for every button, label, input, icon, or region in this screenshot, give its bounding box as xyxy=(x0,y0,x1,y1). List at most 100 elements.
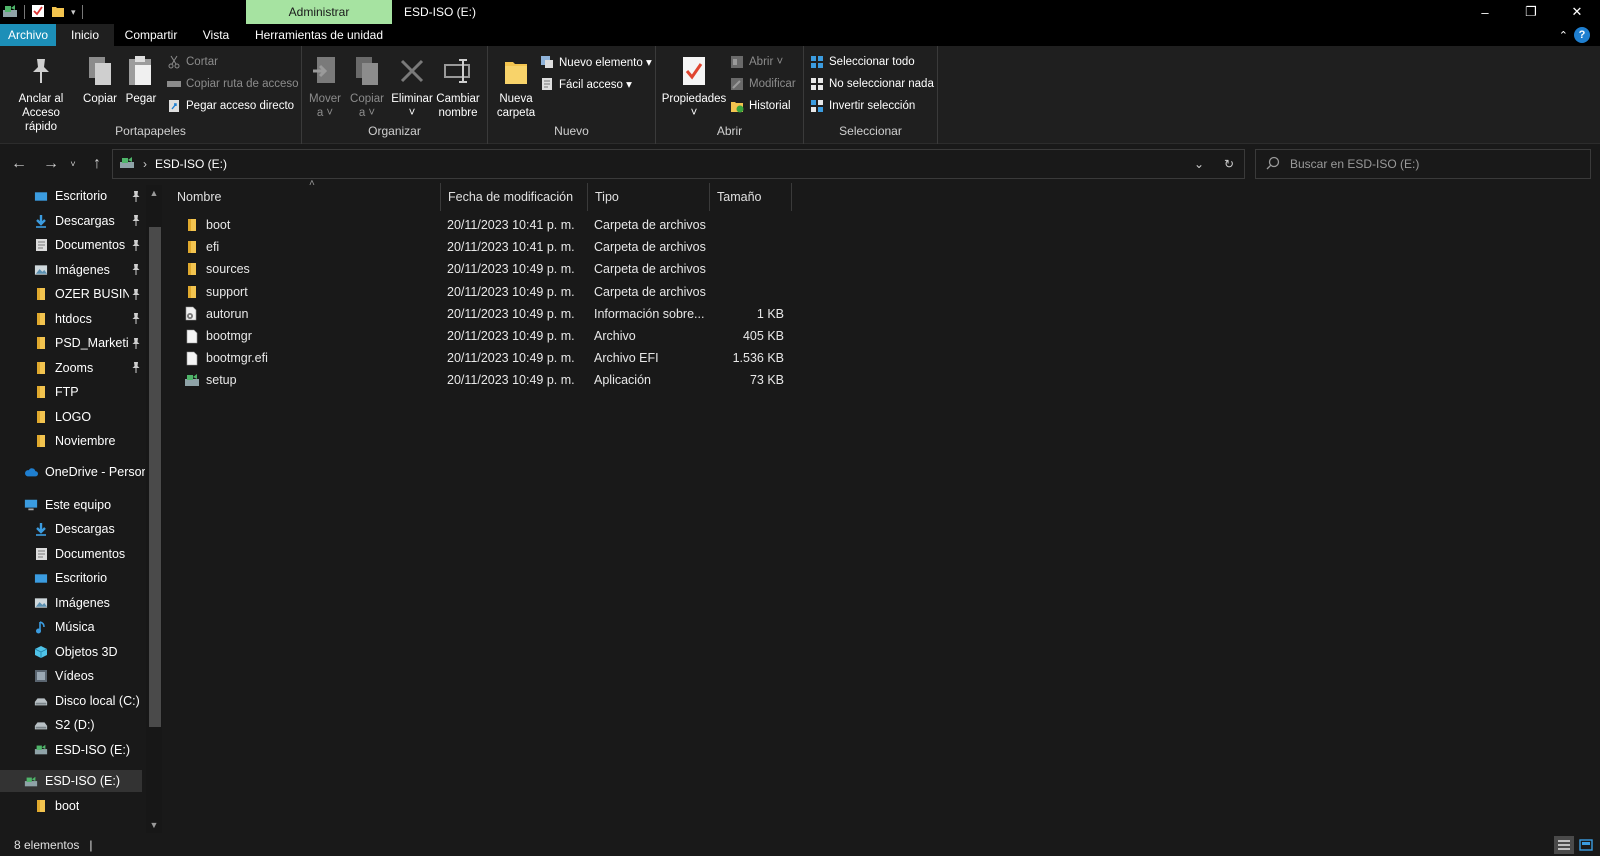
properties-qat-icon[interactable] xyxy=(31,4,45,21)
nav-item-this-pc[interactable]: Escritorio xyxy=(34,567,107,589)
nav-item-quick-access[interactable]: PSD_Marketin xyxy=(34,332,129,354)
customize-qat-icon[interactable]: ▾ xyxy=(71,7,76,18)
file-size xyxy=(716,258,784,280)
tab-vista[interactable]: Vista xyxy=(188,24,244,46)
file-row[interactable]: autorun 20/11/2023 10:49 p. m. Información… xyxy=(184,303,804,325)
details-view-icon[interactable] xyxy=(1554,836,1574,854)
nav-item-quick-access[interactable]: Zooms xyxy=(34,357,93,379)
nav-item-this-pc[interactable]: Disco local (C:) xyxy=(34,690,140,712)
file-row[interactable]: setup 20/11/2023 10:49 p. m. Aplicación 73 … xyxy=(184,369,804,391)
nav-item-this-pc[interactable]: Documentos xyxy=(34,543,125,565)
pin-quick-access-button[interactable]: Anclar al Acceso rápido xyxy=(6,54,76,134)
file-row[interactable]: support 20/11/2023 10:49 p. m. Carpeta de … xyxy=(184,281,804,303)
new-folder-button[interactable]: Nueva carpeta xyxy=(494,54,538,120)
nav-item-quick-access[interactable]: Imágenes xyxy=(34,259,110,281)
nav-item-onedrive[interactable]: OneDrive - Person xyxy=(24,461,145,483)
close-button[interactable]: ✕ xyxy=(1554,0,1600,24)
breadcrumb-item-drive[interactable]: ESD-ISO (E:) xyxy=(155,157,227,171)
recent-locations-button[interactable]: ˅ xyxy=(62,153,84,175)
scroll-up-icon[interactable]: ▲ xyxy=(146,185,162,201)
column-header-type[interactable]: Tipo xyxy=(588,183,710,211)
new-folder-qat-icon[interactable] xyxy=(51,4,65,21)
usb-drive-icon xyxy=(34,743,48,757)
nav-item-quick-access[interactable]: htdocs xyxy=(34,308,92,330)
nav-item-quick-access[interactable]: Documentos xyxy=(34,234,125,256)
address-bar[interactable]: › ESD-ISO (E:) ⌄ ↻ xyxy=(112,149,1245,179)
copy-to-button[interactable]: Copiar a ˅ xyxy=(348,54,386,120)
file-row[interactable]: efi 20/11/2023 10:41 p. m. Carpeta de arch… xyxy=(184,236,804,258)
nav-item-label: Este equipo xyxy=(45,498,112,512)
column-header-modified[interactable]: Fecha de modificación xyxy=(441,183,588,211)
window-title: ESD-ISO (E:) xyxy=(404,5,477,19)
nav-item-quick-access[interactable]: Escritorio xyxy=(34,185,107,207)
file-row[interactable]: boot 20/11/2023 10:41 p. m. Carpeta de arc… xyxy=(184,214,804,236)
invert-selection-button[interactable]: Invertir selección xyxy=(810,96,915,116)
column-header-name[interactable]: Nombre xyxy=(170,183,441,211)
search-box[interactable]: Buscar en ESD-ISO (E:) xyxy=(1255,149,1591,179)
nav-item-label: OZER BUSINE xyxy=(55,287,129,301)
file-row[interactable]: bootmgr 20/11/2023 10:49 p. m. Archivo 405 … xyxy=(184,325,804,347)
nav-item-this-pc[interactable]: Imágenes xyxy=(34,592,110,614)
scrollbar-thumb[interactable] xyxy=(149,227,161,727)
move-to-button[interactable]: Mover a ˅ xyxy=(306,54,344,120)
paste-shortcut-button[interactable]: Pegar acceso directo xyxy=(167,96,294,116)
maximize-button[interactable]: ❐ xyxy=(1508,0,1554,24)
select-none-button[interactable]: No seleccionar nada xyxy=(810,74,934,94)
nav-pane-scrollbar[interactable]: ▲ ▼ xyxy=(146,185,162,833)
select-all-button[interactable]: Seleccionar todo xyxy=(810,52,915,72)
file-row[interactable]: sources 20/11/2023 10:49 p. m. Carpeta de … xyxy=(184,258,804,280)
copy-button[interactable]: Copiar xyxy=(82,54,118,106)
nav-item-label: FTP xyxy=(55,385,79,399)
computer-icon xyxy=(24,498,38,512)
copy-to-icon xyxy=(351,54,383,88)
nav-item-quick-access[interactable]: Noviembre xyxy=(34,430,115,452)
nav-item-quick-access[interactable]: Descargas xyxy=(34,210,115,232)
group-abrir: Propiedades ˅ Abrir ˅ Modificar Historia… xyxy=(656,46,804,144)
collapse-ribbon-icon[interactable]: ⌃ xyxy=(1559,29,1568,42)
nav-item-label: ESD-ISO (E:) xyxy=(55,742,131,757)
address-dropdown-icon[interactable]: ⌄ xyxy=(1184,157,1214,171)
nav-item-this-pc[interactable]: Descargas xyxy=(34,518,115,540)
up-button[interactable]: ↑ xyxy=(86,153,108,175)
nav-item-boot[interactable]: boot xyxy=(34,795,79,817)
nav-item-esd-iso-selected[interactable]: ESD-ISO (E:) xyxy=(0,770,142,792)
ribbon: Anclar al Acceso rápido Copiar Pegar Cor… xyxy=(0,46,1600,144)
tab-compartir[interactable]: Compartir xyxy=(114,24,188,46)
help-icon[interactable]: ? xyxy=(1574,27,1590,43)
cut-button[interactable]: Cortar xyxy=(167,52,218,72)
tab-herramientas-de-unidad[interactable]: Herramientas de unidad xyxy=(246,24,392,46)
back-button[interactable]: ← xyxy=(8,153,30,175)
nav-item-this-pc[interactable]: ESD-ISO (E:) xyxy=(34,739,130,761)
nav-item-quick-access[interactable]: OZER BUSINE xyxy=(34,283,129,305)
nav-item-this-pc[interactable]: Objetos 3D xyxy=(34,641,118,663)
nav-item-quick-access[interactable]: FTP xyxy=(34,381,79,403)
properties-button[interactable]: Propiedades ˅ xyxy=(660,54,728,120)
search-placeholder: Buscar en ESD-ISO (E:) xyxy=(1290,157,1420,171)
refresh-icon[interactable]: ↻ xyxy=(1214,157,1244,171)
history-button[interactable]: Historial xyxy=(730,96,791,116)
new-item-button[interactable]: Nuevo elemento ▾ xyxy=(540,52,652,72)
file-name: support xyxy=(206,284,248,299)
minimize-button[interactable]: – xyxy=(1462,0,1508,24)
large-icons-view-icon[interactable] xyxy=(1576,836,1596,854)
nav-item-this-pc[interactable]: Vídeos xyxy=(34,665,94,687)
paste-button[interactable]: Pegar xyxy=(124,54,158,106)
breadcrumb-separator-icon[interactable]: › xyxy=(143,157,147,171)
rename-button[interactable]: Cambiar nombre xyxy=(436,54,480,120)
open-button[interactable]: Abrir ˅ xyxy=(730,52,783,72)
column-header-size[interactable]: Tamaño xyxy=(710,183,792,211)
easy-access-button[interactable]: Fácil acceso ▾ xyxy=(540,74,632,94)
nav-item-this-pc[interactable]: Música xyxy=(34,616,95,638)
delete-button[interactable]: Eliminar ˅ xyxy=(391,54,433,120)
nav-item-this-pc[interactable]: S2 (D:) xyxy=(34,714,95,736)
tab-inicio[interactable]: Inicio xyxy=(56,24,114,46)
tab-archivo[interactable]: Archivo xyxy=(0,24,56,46)
forward-button[interactable]: → xyxy=(40,153,62,175)
qat-separator xyxy=(24,5,25,19)
scroll-down-icon[interactable]: ▼ xyxy=(146,817,162,833)
nav-item-este-equipo[interactable]: Este equipo xyxy=(24,494,111,516)
file-row[interactable]: bootmgr.efi 20/11/2023 10:49 p. m. Archivo… xyxy=(184,347,804,369)
edit-button[interactable]: Modificar xyxy=(730,74,796,94)
copy-path-button[interactable]: Copiar ruta de acceso xyxy=(167,74,299,94)
nav-item-quick-access[interactable]: LOGO xyxy=(34,406,91,428)
